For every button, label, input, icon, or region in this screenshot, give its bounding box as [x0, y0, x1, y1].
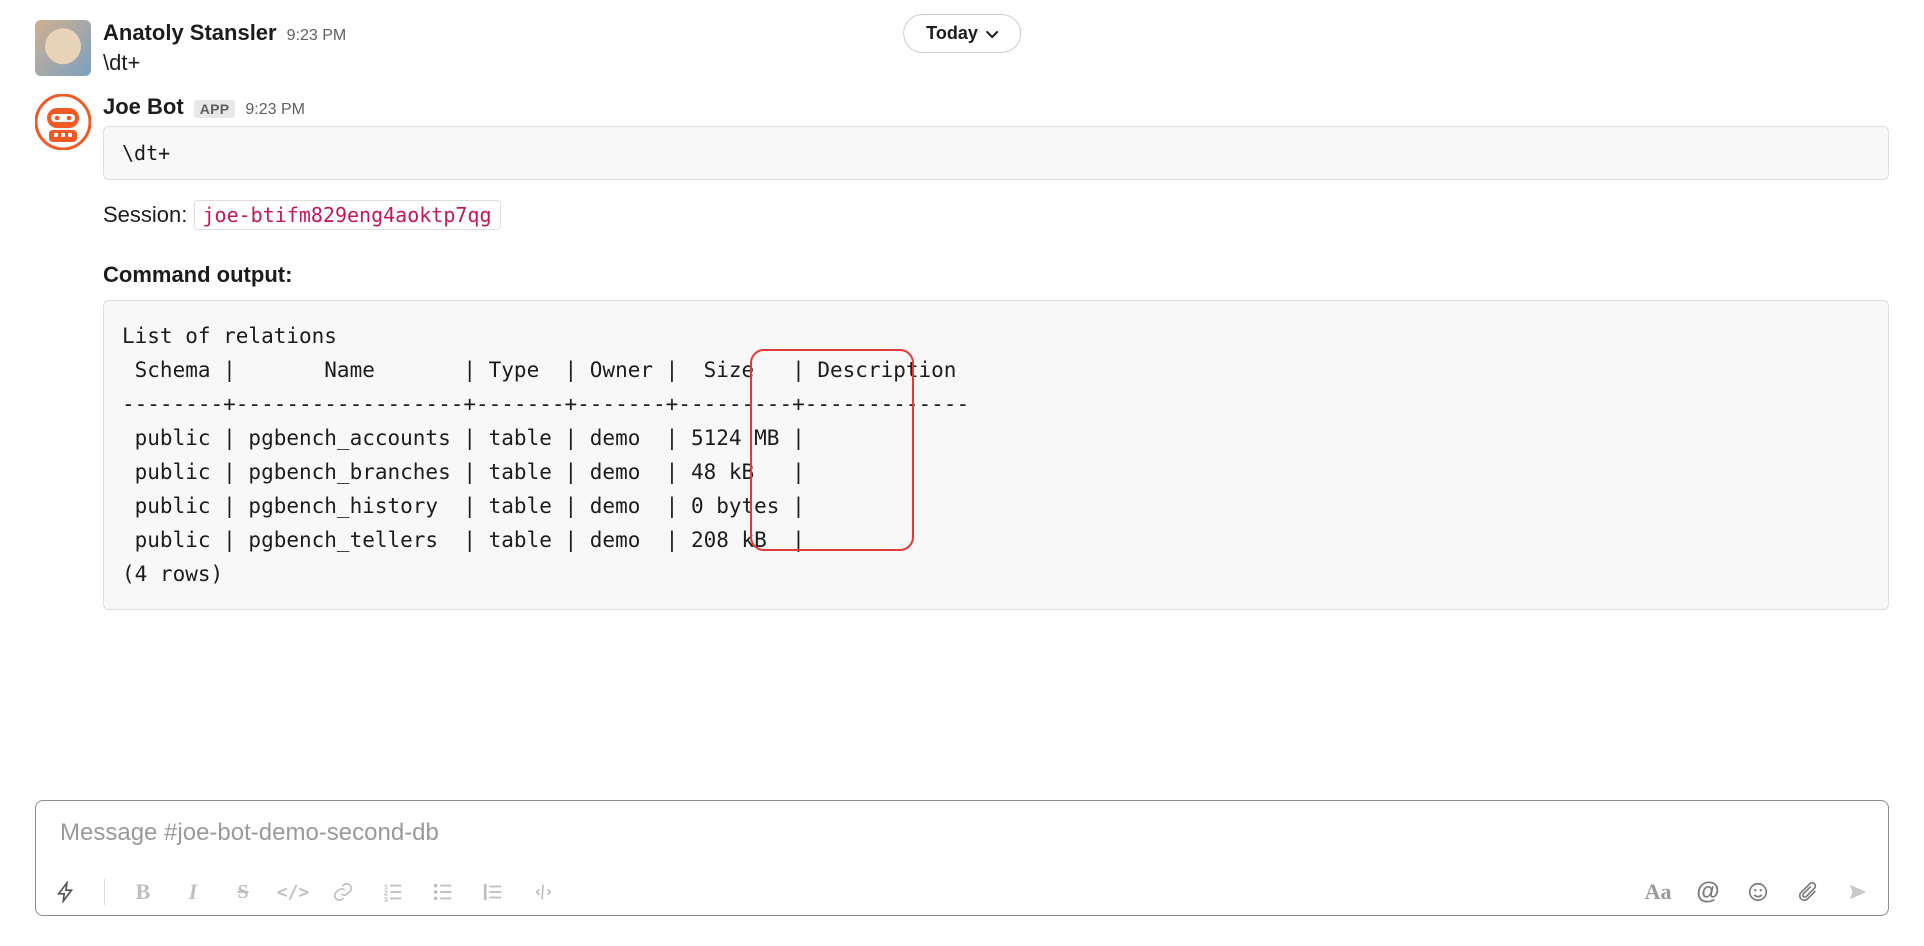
robot-icon: [35, 94, 91, 150]
send-icon[interactable]: [1846, 880, 1870, 904]
strikethrough-icon[interactable]: S: [231, 880, 255, 904]
composer-placeholder[interactable]: Message #joe-bot-demo-second-db: [54, 815, 1870, 873]
command-output-block: List of relations Schema | Name | Type |…: [103, 300, 1889, 610]
link-icon[interactable]: [331, 880, 355, 904]
bullet-list-icon[interactable]: [431, 880, 455, 904]
message-composer[interactable]: Message #joe-bot-demo-second-db B I S </…: [35, 800, 1889, 916]
message-text: \dt+: [103, 50, 1889, 76]
message-timestamp: 9:23 PM: [245, 101, 305, 119]
session-id[interactable]: joe-btifm829eng4aoktp7qg: [194, 200, 501, 230]
date-divider-pill[interactable]: Today: [903, 14, 1021, 53]
author-name[interactable]: Anatoly Stansler: [103, 20, 277, 46]
blockquote-icon[interactable]: [481, 880, 505, 904]
message-timestamp: 9:23 PM: [287, 27, 347, 45]
command-output-title: Command output:: [103, 262, 1889, 288]
italic-icon[interactable]: I: [181, 880, 205, 904]
lightning-shortcut-icon[interactable]: [54, 880, 78, 904]
app-badge: APP: [194, 100, 236, 118]
avatar-bot[interactable]: [35, 94, 91, 150]
avatar-user[interactable]: [35, 20, 91, 76]
session-line: Session: joe-btifm829eng4aoktp7qg: [103, 200, 1889, 230]
bold-icon[interactable]: B: [131, 880, 155, 904]
attachment-icon[interactable]: [1796, 880, 1820, 904]
message-list: Anatoly Stansler 9:23 PM \dt+ Joe Bot: [35, 20, 1889, 610]
emoji-icon[interactable]: [1746, 880, 1770, 904]
code-block-icon[interactable]: [531, 880, 555, 904]
message-bot: Joe Bot APP 9:23 PM \dt+ Session: joe-bt…: [35, 94, 1889, 610]
echoed-command: \dt+: [103, 126, 1889, 180]
toolbar-divider: [104, 879, 105, 905]
author-name[interactable]: Joe Bot: [103, 94, 184, 120]
command-output-text: List of relations Schema | Name | Type |…: [122, 324, 969, 586]
composer-toolbar: B I S </> 123 Aa @: [54, 873, 1870, 905]
chevron-down-icon: [986, 26, 998, 42]
formatting-toggle-icon[interactable]: Aa: [1646, 880, 1670, 904]
code-icon[interactable]: </>: [281, 880, 305, 904]
date-divider-label: Today: [926, 23, 978, 44]
mention-icon[interactable]: @: [1696, 880, 1720, 904]
session-label: Session:: [103, 202, 187, 227]
svg-text:3: 3: [384, 895, 388, 903]
ordered-list-icon[interactable]: 123: [381, 880, 405, 904]
